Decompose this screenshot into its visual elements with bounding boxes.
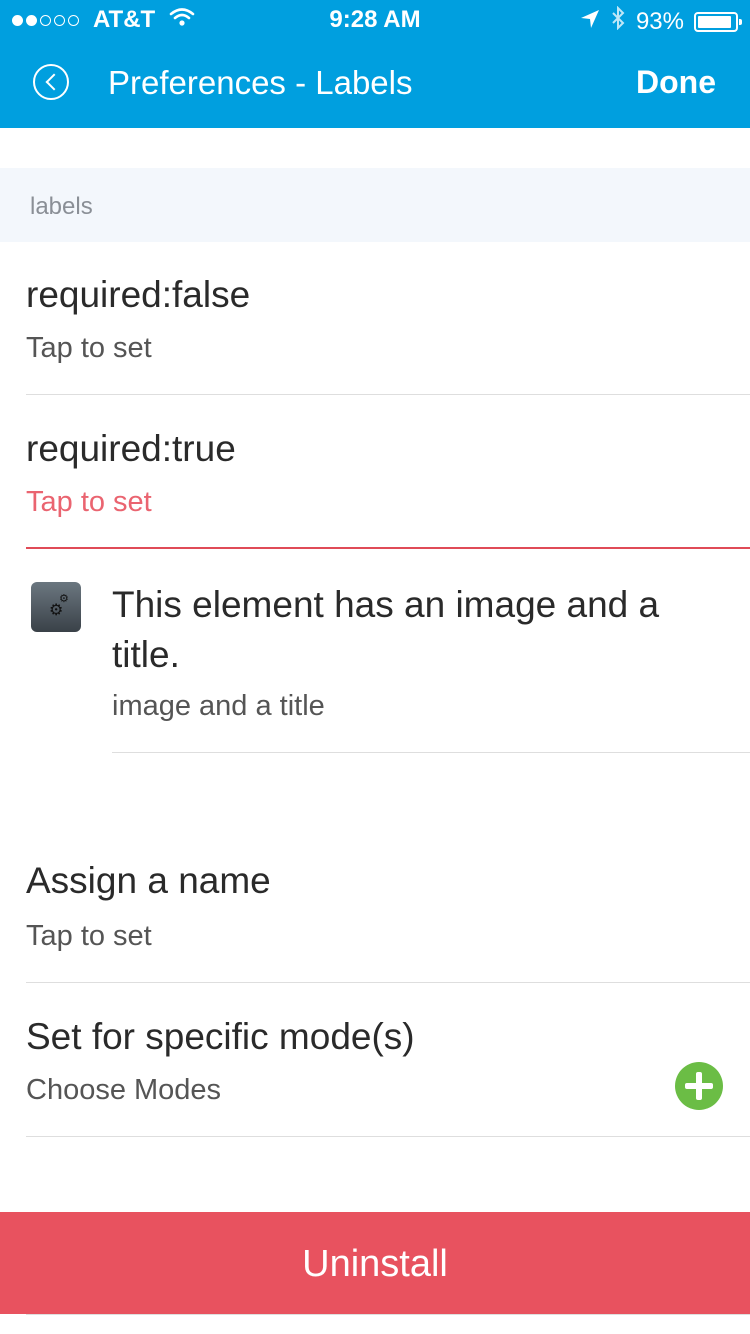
- setting-row-assign-name[interactable]: Assign a name Tap to set: [0, 830, 750, 984]
- page-title: Preferences - Labels: [108, 64, 413, 101]
- status-right: 93%: [580, 5, 742, 37]
- app-header: AT&T 9:28 AM 93% Preferences - Labels Do…: [0, 0, 750, 128]
- required-divider: [26, 547, 750, 549]
- row-title: required:false: [26, 274, 251, 315]
- back-icon[interactable]: [33, 64, 69, 100]
- setting-row-required-false[interactable]: required:false Tap to set: [0, 242, 750, 396]
- row-subtitle: Tap to set: [26, 332, 152, 364]
- setting-row-required-true[interactable]: required:true Tap to set: [0, 396, 750, 550]
- bluetooth-icon: [610, 5, 626, 37]
- image-element-subtitle: image and a title: [112, 690, 325, 722]
- gears-icon: ⚙ ⚙: [31, 582, 81, 632]
- bottom-divider: [26, 1314, 750, 1315]
- add-mode-icon[interactable]: [675, 1062, 723, 1110]
- row-title: required:true: [26, 428, 236, 469]
- uninstall-button[interactable]: Uninstall: [0, 1212, 750, 1314]
- battery-icon: [694, 11, 742, 32]
- row-subtitle: Choose Modes: [26, 1074, 222, 1106]
- row-title: Assign a name: [26, 860, 271, 901]
- row-subtitle: Tap to set: [26, 920, 152, 952]
- row-divider: [112, 752, 750, 753]
- section-header-labels: labels: [0, 168, 750, 242]
- image-element-title[interactable]: This element has an image and a title.: [112, 580, 712, 680]
- done-button[interactable]: Done: [636, 64, 716, 101]
- battery-level: [698, 15, 732, 28]
- status-bar: AT&T 9:28 AM 93%: [0, 0, 750, 40]
- location-arrow-icon: [580, 8, 600, 36]
- setting-row-modes[interactable]: Set for specific mode(s) Choose Modes: [0, 984, 750, 1138]
- navigation-bar: Preferences - Labels Done: [0, 40, 750, 128]
- row-divider: [26, 982, 750, 983]
- row-divider: [26, 1136, 750, 1137]
- row-title: Set for specific mode(s): [26, 1016, 415, 1057]
- row-divider: [26, 394, 750, 395]
- row-subtitle-required: Tap to set: [26, 486, 152, 518]
- battery-percent: 93%: [635, 7, 684, 35]
